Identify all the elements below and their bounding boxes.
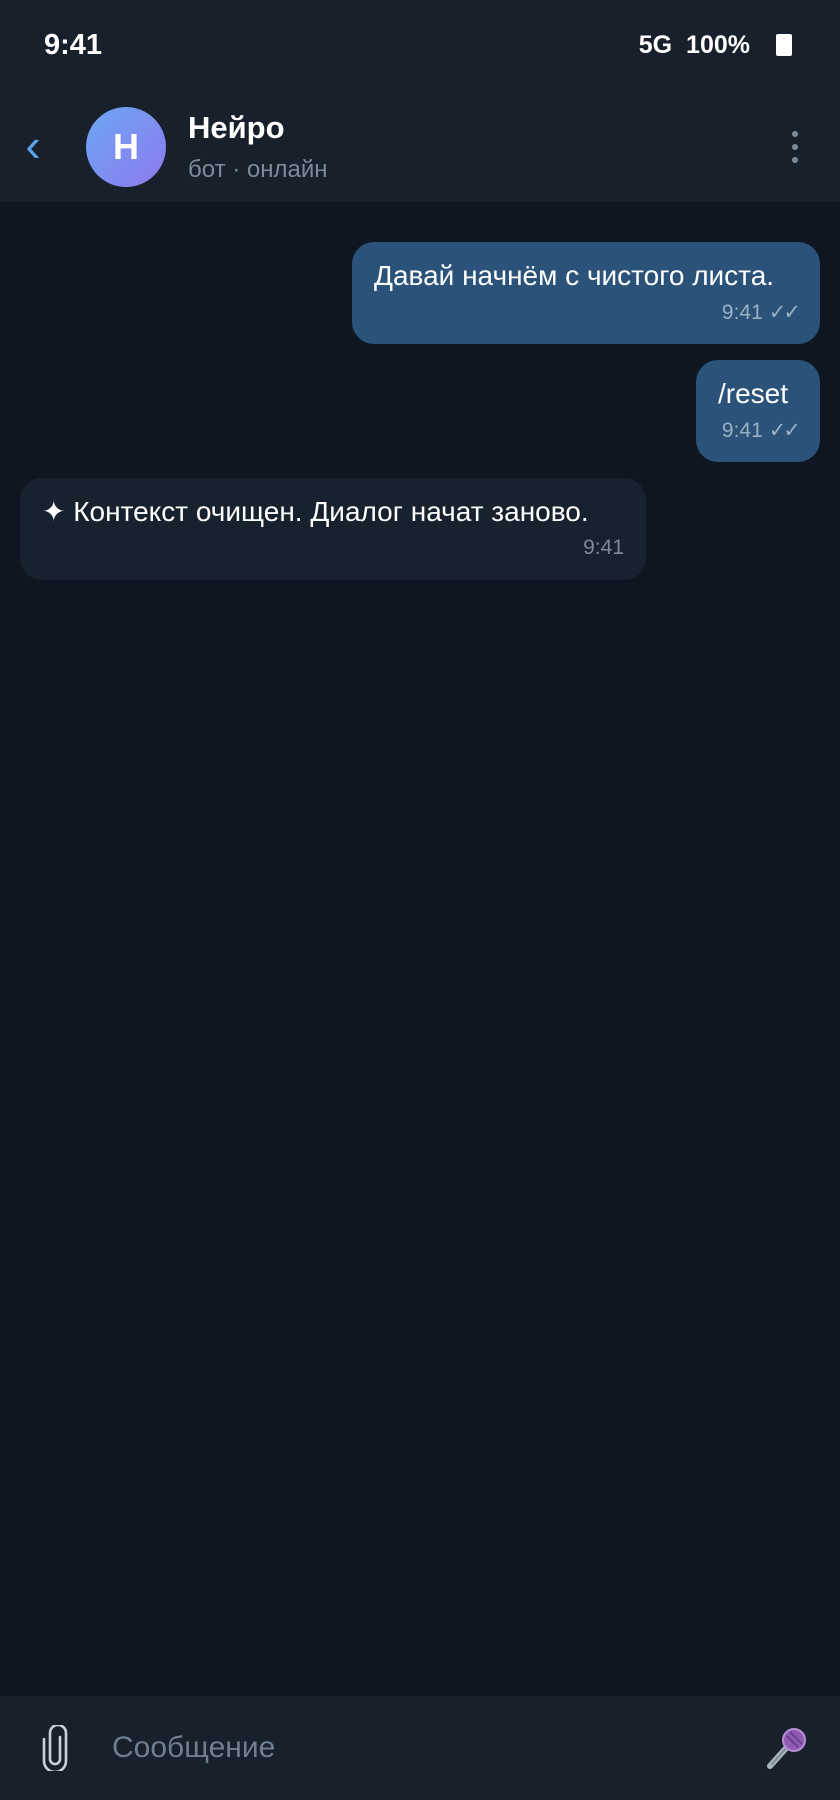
contact-info[interactable]: Нейро бот · онлайн [188,110,770,183]
message-composer [0,1696,840,1800]
message-meta: 9:41 ✓✓ [374,300,801,325]
message-time: 9:41 [721,300,763,324]
message-meta: 9:41 [42,536,624,560]
message-text: Давай начнём с чистого листа. [374,260,775,291]
contact-status: бот · онлайн [188,156,328,184]
double-check-icon: ✓✓ [768,419,801,443]
chat-header: ‹ Н Нейро бот · онлайн [0,92,840,202]
chevron-left-icon: ‹ [25,119,41,171]
more-button[interactable] [770,117,820,177]
message-input[interactable] [112,1718,736,1778]
message-text: ✦ Контекст очищен. Диалог начат заново. [42,496,589,527]
status-bar: 9:41 5G 100% [0,0,840,92]
outgoing-message[interactable]: Давай начнём с чистого листа. 9:41 ✓✓ [352,242,820,344]
battery-icon [776,34,792,56]
more-vertical-icon-dot [792,144,798,150]
more-vertical-icon-dot [792,157,798,163]
microphone-icon [767,1728,806,1769]
message-time: 9:41 [583,536,624,560]
network-indicator: 5G [638,30,673,59]
more-vertical-icon [792,131,798,137]
message-list[interactable]: Давай начнём с чистого листа. 9:41 ✓✓ /r… [0,202,840,1696]
battery-percentage: 100% [686,30,750,59]
paperclip-icon [42,1725,68,1771]
mic-button[interactable] [736,1696,836,1800]
double-check-icon: ✓✓ [768,301,801,325]
outgoing-message[interactable]: /reset 9:41 ✓✓ [696,360,820,462]
avatar[interactable]: Н [86,107,166,187]
message-text: /reset [718,378,789,409]
contact-name: Нейро [188,110,285,146]
back-button[interactable]: ‹ [0,92,66,202]
chat-screen: 9:41 5G 100% ‹ Н Нейро бот · онлайн Дава… [0,0,840,1800]
message-meta: 9:41 ✓✓ [718,418,801,443]
message-time: 9:41 [721,418,763,442]
status-indicators: 5G 100% [639,31,792,60]
attach-button[interactable] [0,1696,110,1800]
status-time: 9:41 [44,28,103,61]
incoming-message[interactable]: ✦ Контекст очищен. Диалог начат заново. … [20,478,646,580]
